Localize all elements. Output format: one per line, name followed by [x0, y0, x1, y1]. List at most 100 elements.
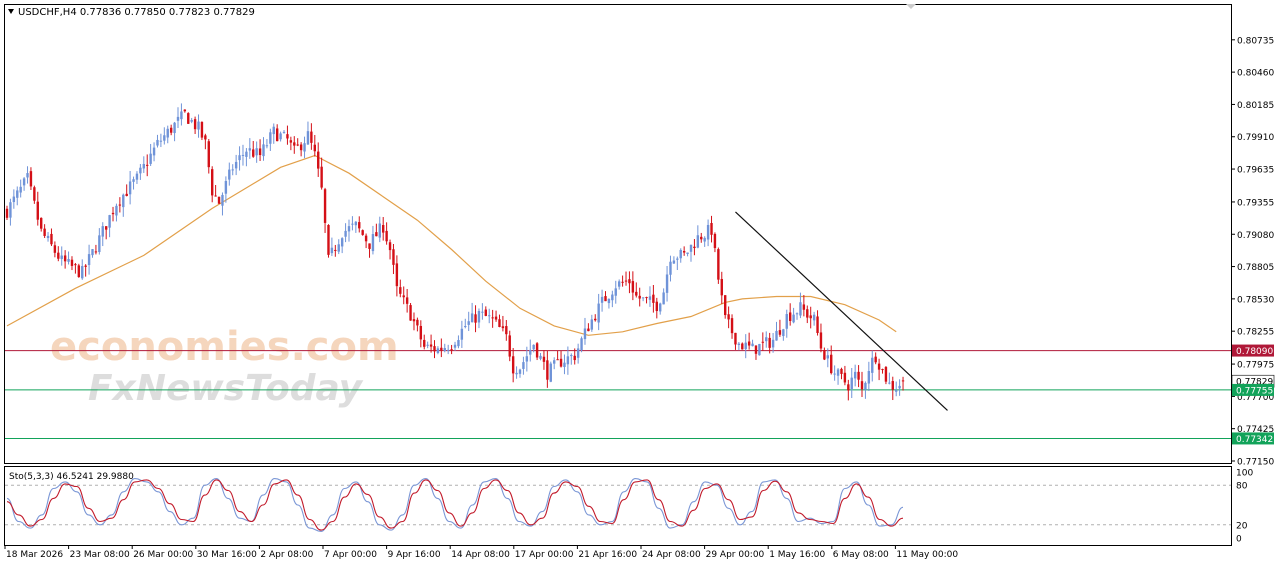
candle-body: [375, 232, 378, 237]
candle-body: [792, 314, 795, 323]
candle-body: [758, 343, 761, 356]
candle-body: [481, 311, 484, 313]
candle-body: [676, 258, 679, 260]
candle-body: [871, 357, 874, 373]
stochastic-tick-label: 0: [1236, 535, 1242, 545]
candle-body: [347, 226, 351, 232]
candle-body: [299, 144, 303, 151]
time-tick-label: 21 Apr 16:00: [578, 550, 637, 560]
price-tick-label: 0.79910: [1237, 133, 1274, 143]
time-tick-label: 29 Apr 00:00: [706, 550, 765, 560]
candle-body: [371, 234, 375, 252]
price-tick-label: 0.79080: [1237, 231, 1274, 241]
candle-body: [727, 314, 730, 320]
candle-body: [310, 131, 313, 143]
candle-body: [313, 144, 316, 152]
candle-body: [364, 235, 368, 242]
candle-body: [546, 360, 549, 380]
candle-body: [207, 141, 210, 168]
candle-body: [744, 342, 747, 350]
price-tick-label: 0.79355: [1237, 198, 1274, 208]
candle-body: [200, 121, 204, 138]
candle-body: [494, 316, 498, 320]
time-tick-label: 11 May 00:00: [896, 550, 958, 560]
candle-body: [782, 329, 785, 337]
candle-body: [183, 109, 187, 112]
candle-body: [898, 385, 901, 389]
candle-body: [450, 349, 453, 351]
time-tick-label: 26 Mar 00:00: [133, 550, 193, 560]
price-label-0.78090: 0.78090: [1236, 347, 1273, 357]
candle-body: [351, 223, 354, 225]
candle-body: [638, 295, 641, 299]
candle-body: [50, 233, 53, 245]
candle-body: [176, 116, 180, 121]
candle-body: [238, 155, 241, 161]
candle-body: [211, 169, 214, 196]
candle-body: [128, 181, 132, 195]
candle-body: [361, 230, 364, 235]
candle-body: [303, 143, 306, 152]
candle-body: [693, 246, 696, 249]
candle-body: [624, 280, 628, 282]
candle-body: [399, 287, 402, 294]
candle-body: [382, 225, 385, 233]
candle-body: [802, 304, 806, 310]
candle-body: [388, 242, 392, 251]
candle-body: [272, 126, 275, 135]
chart-container[interactable]: economies.com FxNewsToday 0.80735 0.80460…: [0, 0, 1280, 567]
candle-body: [241, 154, 245, 156]
candle-body: [734, 332, 737, 345]
candle-body: [111, 212, 115, 215]
candle-body: [566, 356, 570, 365]
candle-body: [689, 244, 693, 252]
candle-body: [628, 279, 631, 284]
candle-body: [443, 348, 446, 351]
candle-body: [159, 140, 163, 142]
candle-body: [511, 356, 515, 374]
candle-body: [563, 362, 566, 368]
candle-body: [662, 292, 665, 305]
candle-body: [617, 281, 621, 287]
candle-body: [867, 371, 871, 384]
time-tick-label: 24 Apr 08:00: [642, 550, 701, 560]
candle-body: [799, 302, 802, 316]
candle-body: [583, 328, 587, 340]
candle-body: [474, 314, 477, 323]
price-tick-label: 0.77150: [1237, 458, 1274, 468]
candle-body: [19, 186, 22, 193]
candle-body: [553, 360, 556, 364]
candle-body: [426, 344, 429, 346]
candle-body: [847, 384, 850, 391]
candle-body: [672, 260, 676, 264]
candle-body: [53, 245, 57, 253]
candle-body: [775, 330, 778, 341]
price-tick-label: 0.79635: [1237, 166, 1274, 176]
candle-body: [830, 354, 833, 374]
candle-body: [63, 255, 67, 262]
candle-body: [279, 133, 282, 140]
candle-body: [881, 369, 884, 371]
candle-body: [710, 223, 713, 235]
time-tick-label: 23 Mar 08:00: [70, 550, 130, 560]
candle-body: [724, 295, 727, 316]
candle-body: [635, 291, 638, 296]
candle-body: [665, 274, 669, 293]
candle-body: [771, 339, 775, 348]
price-tick-label: 0.80735: [1237, 36, 1274, 46]
candle-body: [505, 326, 508, 335]
candle-body: [795, 313, 799, 315]
stochastic-header: Sto(5,3,3) 46.5241 29.9880: [9, 472, 134, 482]
chart-svg: economies.com FxNewsToday 0.80735 0.80460…: [0, 0, 1280, 567]
candle-body: [440, 347, 443, 351]
candle-body: [70, 259, 74, 266]
candle-body: [747, 341, 751, 346]
candle-body: [717, 249, 720, 280]
candle-body: [696, 235, 700, 248]
candle-body: [29, 171, 33, 187]
time-tick-label: 18 Mar 2026: [6, 550, 63, 560]
candle-body: [809, 315, 812, 319]
candle-body: [525, 356, 529, 362]
candle-body: [22, 178, 26, 186]
candle-body: [330, 247, 334, 254]
